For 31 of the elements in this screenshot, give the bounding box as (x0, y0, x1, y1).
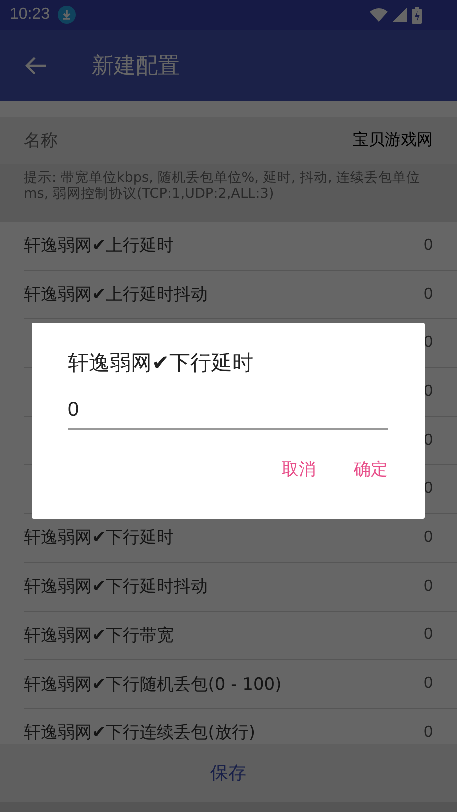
setting-value: 0 (424, 286, 433, 304)
dialog-button[interactable]: 确定 (350, 454, 392, 485)
setting-value: 0 (424, 382, 433, 401)
setting-value: 0 (424, 432, 433, 450)
setting-label: 轩逸弱网✔下行带宽 (24, 624, 174, 647)
setting-value: 0 (424, 528, 433, 547)
setting-value: 0 (424, 480, 433, 498)
setting-label: 轩逸弱网✔上行延时抖动 (24, 284, 208, 306)
setting-value: 0 (424, 334, 433, 352)
setting-label: 轩逸弱网✔下行延时 (24, 527, 174, 550)
battery-icon (412, 6, 422, 24)
back-arrow-icon (25, 56, 47, 74)
setting-label: 轩逸弱网✔上行延时 (24, 235, 174, 258)
setting-value: 0 (424, 578, 433, 596)
save-button[interactable]: 保存 (200, 755, 256, 791)
setting-value: 0 (424, 626, 433, 644)
screen-title: 新建配置 (92, 52, 180, 80)
dialog-title: 轩逸弱网✔下行延时 (68, 350, 255, 377)
signal-icon (393, 8, 407, 22)
setting-label: 轩逸弱网✔下行随机丢包(0 - 100) (24, 674, 282, 696)
name-value: 宝贝游戏网 (353, 130, 433, 151)
setting-label: 轩逸弱网✔下行连续丢包(放行) (24, 722, 256, 744)
setting-value: 0 (424, 724, 433, 742)
clock-time: 10:23 (10, 6, 50, 24)
setting-value: 0 (424, 236, 433, 255)
wifi-icon (370, 8, 388, 22)
download-icon (58, 6, 76, 24)
setting-label: 轩逸弱网✔下行延时抖动 (24, 576, 208, 598)
setting-value: 0 (424, 675, 433, 694)
back-button[interactable] (25, 56, 47, 74)
dialog-button[interactable]: 取消 (278, 454, 320, 485)
